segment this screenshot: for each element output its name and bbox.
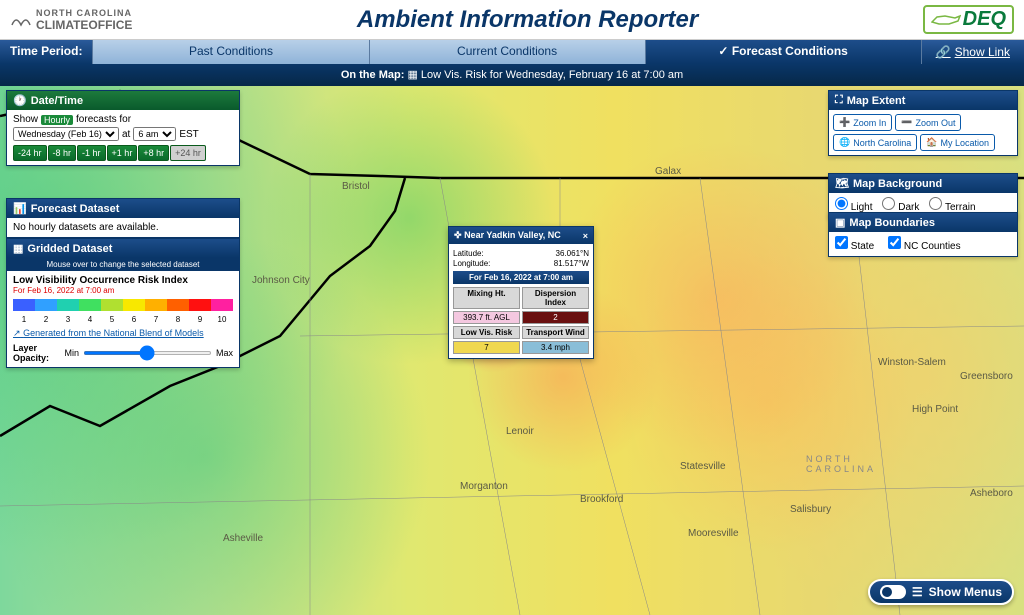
grid-icon: ▦ [13,242,23,255]
header: NORTH CAROLINA CLIMATEOFFICE Ambient Inf… [0,0,1024,40]
gridded-dataset-panel: ▦ Gridded Dataset Mouse over to change t… [6,238,240,368]
layers-icon: 🗺 [835,177,849,190]
bound-counties-option[interactable]: NC Counties [888,236,960,252]
opacity-label: Layer Opacity: [13,343,60,363]
plus-icon: ➕ [839,117,850,128]
map-extent-panel: ⛶ Map Extent ➕Zoom In ➖Zoom Out 🌐North C… [828,90,1018,156]
legend-nums: 12345678910 [13,315,233,324]
mixing-h: Mixing Ht. [453,287,520,309]
opacity-min: Min [64,348,79,358]
extent-header: ⛶ Map Extent [829,91,1017,110]
boundary-icon: ▣ [835,216,845,229]
tz-label: EST [179,129,198,140]
gridded-sub: Mouse over to change the selected datase… [7,258,239,271]
forecast-ds-msg: No hourly datasets are available. [7,218,239,237]
bg-dark-radio[interactable] [882,197,895,210]
disp-h: Dispersion Index [522,287,589,309]
toggle-icon [880,585,906,599]
bg-light-radio[interactable] [835,197,848,210]
bg-terrain-radio[interactable] [929,197,942,210]
legend-colors [13,299,233,311]
popup-close-button[interactable]: × [583,231,588,241]
chart-icon: 📊 [13,202,27,215]
on-map-bar: On the Map: ▦ Low Vis. Risk for Wednesda… [0,64,1024,86]
time-select[interactable]: 6 am [133,127,176,141]
hamburger-icon: ☰ [912,585,923,599]
btn-minus-24hr[interactable]: -24 hr [13,145,47,161]
datetime-header: 🕐 Date/Time [7,91,239,110]
globe-icon: 🌐 [839,137,850,148]
bound-counties-check[interactable] [888,236,901,249]
lon-label: Longitude: [453,259,490,268]
opacity-row: Layer Opacity: Min Max [13,343,233,363]
tab-forecast[interactable]: Forecast Conditions [645,40,921,64]
lat-label: Latitude: [453,249,484,258]
home-icon: 🏠 [926,137,937,148]
clock-icon: 🕐 [13,94,27,107]
bg-header: 🗺 Map Background [829,174,1017,193]
trans-h: Transport Wind [522,326,589,339]
btn-minus-8hr[interactable]: -8 hr [48,145,77,161]
popup-header: ✜ Near Yadkin Valley, NC × [449,227,593,244]
zoom-in-button[interactable]: ➕Zoom In [833,114,892,131]
page-title: Ambient Information Reporter [357,6,698,34]
date-select[interactable]: Wednesday (Feb 16) [13,127,119,141]
bound-header: ▣ Map Boundaries [829,213,1017,232]
map[interactable]: Galax Bristol Johnson City Lenoir Morgan… [0,86,1024,615]
gridded-header: ▦ Gridded Dataset [7,239,239,258]
popup-time: For Feb 16, 2022 at 7:00 am [453,271,589,284]
bound-state-check[interactable] [835,236,848,249]
link-icon: 🔗 [936,45,951,59]
forecast-ds-header: 📊 Forecast Dataset [7,199,239,218]
bound-state-option[interactable]: State [835,236,874,252]
external-icon: ↗ [13,328,21,338]
btn-plus-24hr[interactable]: +24 hr [170,145,206,161]
lowvis-v: 7 [453,341,520,354]
disp-v: 2 [522,311,589,324]
map-popup: ✜ Near Yadkin Valley, NC × Latitude: 36.0… [448,226,594,359]
nc-climate-logo: NORTH CAROLINA CLIMATEOFFICE [10,8,132,32]
logo-icon [10,11,32,29]
hourly-badge[interactable]: Hourly [41,115,73,125]
tab-current[interactable]: Current Conditions [369,40,645,64]
zoom-out-button[interactable]: ➖Zoom Out [895,114,961,131]
tabs-bar: Time Period: Past Conditions Current Con… [0,40,1024,64]
tab-past[interactable]: Past Conditions [92,40,368,64]
show-link-button[interactable]: 🔗 Show Link [921,40,1024,64]
index-label: Low Visibility Occurrence Risk Index [13,275,233,286]
datetime-panel: 🕐 Date/Time Show Hourly forecasts for We… [6,90,240,166]
bg-terrain-option[interactable]: Terrain [929,197,975,213]
bg-dark-option[interactable]: Dark [882,197,919,213]
minus-icon: ➖ [901,117,912,128]
opacity-slider[interactable] [83,351,212,355]
expand-icon: ⛶ [835,94,843,107]
time-nav-buttons: -24 hr -8 hr -1 hr +1 hr +8 hr +24 hr [13,145,233,161]
for-date: For Feb 16, 2022 at 7:00 am [13,286,233,295]
gen-link[interactable]: ↗ Generated from the National Blend of M… [13,328,233,339]
opacity-max: Max [216,348,233,358]
btn-plus-1hr[interactable]: +1 hr [107,145,138,161]
map-bound-panel: ▣ Map Boundaries State NC Counties [828,212,1018,257]
my-location-button[interactable]: 🏠My Location [920,134,995,151]
time-period-label: Time Period: [0,40,92,64]
show-menus-button[interactable]: ☰ Show Menus [868,579,1014,605]
mixing-v: 393.7 ft. AGL [453,311,520,324]
at-label: at [122,129,130,140]
bg-light-option[interactable]: Light [835,197,872,213]
lat-value: 36.061°N [556,249,589,258]
btn-plus-8hr[interactable]: +8 hr [138,145,169,161]
nc-extent-button[interactable]: 🌐North Carolina [833,134,917,151]
btn-minus-1hr[interactable]: -1 hr [77,145,106,161]
forecast-dataset-panel: 📊 Forecast Dataset No hourly datasets ar… [6,198,240,238]
lowvis-h: Low Vis. Risk [453,326,520,339]
grid-icon: ▦ [407,69,420,81]
show-label: Show [13,114,38,125]
trans-v: 3.4 mph [522,341,589,354]
deq-logo: DEQ [923,5,1014,34]
lon-value: 81.517°W [554,259,589,268]
forecasts-for-label: forecasts for [76,114,131,125]
target-icon: ✜ [454,230,462,240]
